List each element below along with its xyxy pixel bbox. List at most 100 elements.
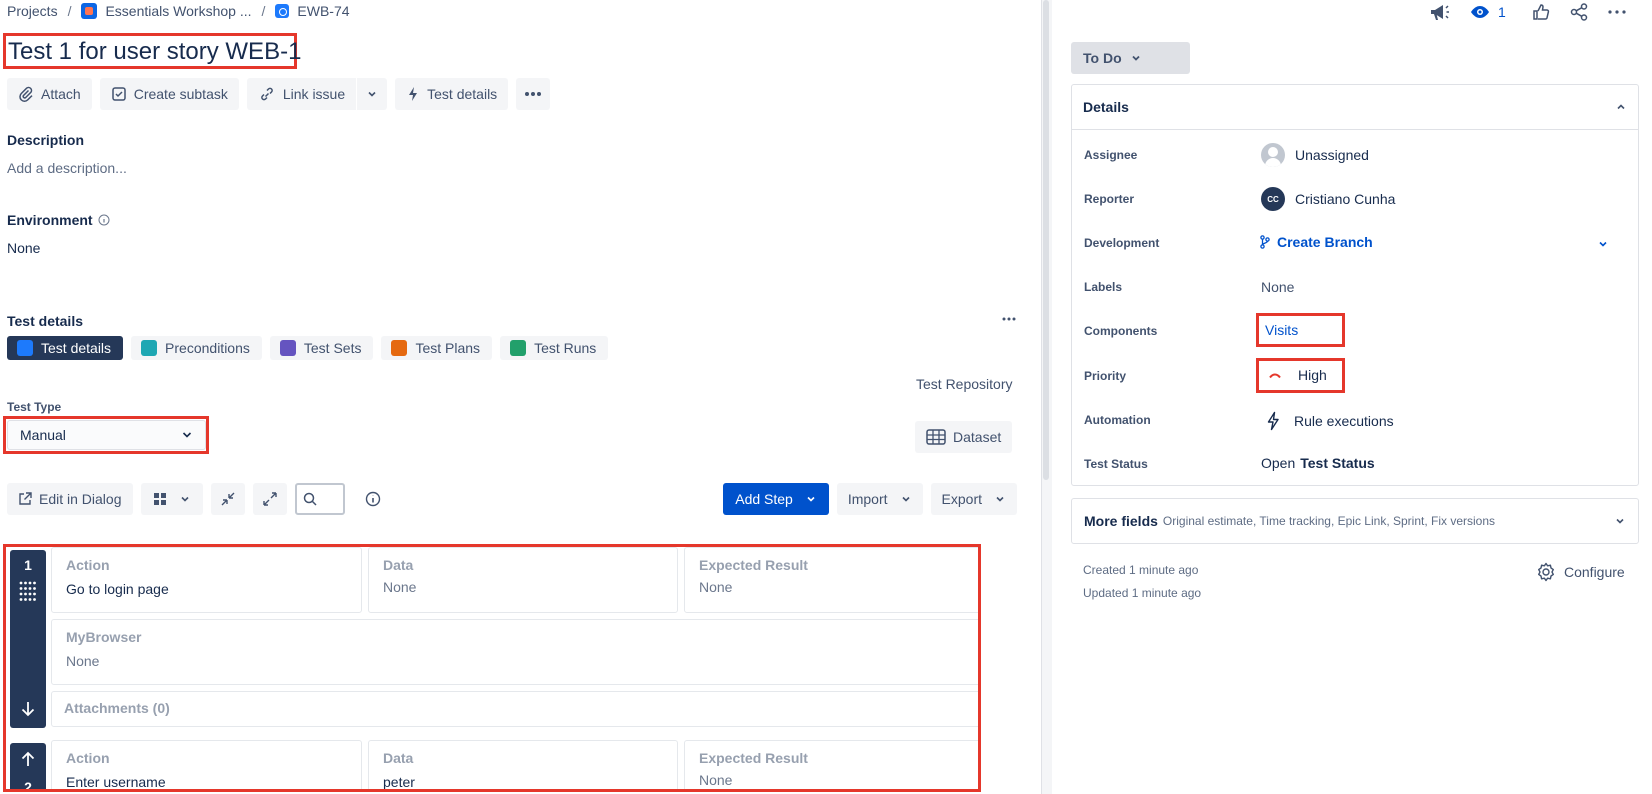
test-type-select[interactable]: Manual <box>7 420 206 450</box>
development-label: Development <box>1084 236 1160 250</box>
link-issue-button[interactable]: Link issue <box>246 78 357 110</box>
breadcrumb-issue-key[interactable]: EWB-74 <box>297 3 349 19</box>
chevron-down-icon <box>180 496 189 502</box>
test-issue-icon <box>275 4 290 18</box>
details-heading: Details <box>1083 98 1129 115</box>
status-label: To Do <box>1083 50 1122 66</box>
scrollbar-thumb[interactable] <box>1043 0 1049 480</box>
environment-label: Environment <box>7 212 93 228</box>
create-subtask-button[interactable]: Create subtask <box>99 78 239 110</box>
link-issue-dropdown[interactable] <box>357 78 388 110</box>
megaphone-icon[interactable] <box>1428 2 1450 22</box>
labels-value[interactable]: None <box>1261 279 1294 295</box>
chevron-down-icon[interactable] <box>1597 238 1609 250</box>
step-action-cell[interactable]: Action Go to login page <box>51 547 362 613</box>
dataset-button[interactable]: Dataset <box>915 421 1013 453</box>
more-icon <box>525 92 542 96</box>
chevron-down-icon <box>901 496 910 502</box>
gear-icon <box>1538 562 1554 582</box>
tab-label: Test details <box>41 340 112 356</box>
export-label: Export <box>941 491 982 507</box>
priority-field[interactable]: High <box>1268 367 1327 383</box>
drag-handle-icon[interactable] <box>19 581 37 603</box>
table-icon <box>926 429 946 445</box>
steps-toolbar: Edit in Dialog Add Step Import Export <box>7 483 1017 515</box>
test-status-field[interactable]: Open Test Status <box>1261 455 1375 471</box>
description-placeholder[interactable]: Add a description... <box>7 160 127 176</box>
test-set-icon <box>279 340 296 356</box>
move-down-icon[interactable] <box>20 700 36 718</box>
issue-header-actions: 1 <box>1428 0 1626 24</box>
test-repository-link[interactable]: Test Repository <box>916 376 1012 392</box>
move-up-icon[interactable] <box>20 750 36 768</box>
create-branch-label: Create Branch <box>1277 234 1373 250</box>
thumbs-up-icon[interactable] <box>1532 3 1550 21</box>
more-actions-button[interactable] <box>516 78 551 110</box>
action-header: Action <box>66 750 110 766</box>
automation-field[interactable]: Rule executions <box>1266 411 1394 431</box>
data-header: Data <box>383 750 414 766</box>
info-icon[interactable] <box>365 491 381 507</box>
environment-value[interactable]: None <box>7 240 40 256</box>
search-icon <box>303 492 317 506</box>
components-value[interactable]: Visits <box>1265 322 1298 338</box>
test-status-prefix: Open <box>1261 455 1296 471</box>
avatar <box>1261 143 1285 167</box>
step-handle[interactable]: 2 <box>10 743 46 789</box>
expand-button[interactable] <box>252 483 287 515</box>
import-button[interactable]: Import <box>836 483 923 515</box>
test-details-more-icon[interactable] <box>1002 317 1016 321</box>
status-button[interactable]: To Do <box>1071 42 1190 74</box>
reporter-field[interactable]: CC Cristiano Cunha <box>1261 187 1395 211</box>
action-value: Enter username <box>66 774 166 790</box>
create-branch-link[interactable]: Create Branch <box>1260 234 1373 250</box>
step-attachments-cell[interactable]: Attachments (0) <box>51 691 978 727</box>
breadcrumb-separator: / <box>67 3 72 19</box>
tab-test-details[interactable]: Test details <box>7 336 124 360</box>
more-fields-panel[interactable]: More fields Original estimate, Time trac… <box>1071 498 1639 544</box>
edit-in-dialog-button[interactable]: Edit in Dialog <box>7 483 133 515</box>
tab-label: Test Sets <box>303 340 362 356</box>
share-icon[interactable] <box>1570 3 1588 21</box>
attachments-label: Attachments (0) <box>64 700 170 716</box>
more-icon[interactable] <box>1608 10 1626 14</box>
collapse-button[interactable] <box>210 483 245 515</box>
chevron-down-icon <box>1616 518 1624 524</box>
details-header[interactable]: Details <box>1071 84 1639 130</box>
test-details-heading: Test details <box>7 313 83 329</box>
paperclip-icon <box>19 86 33 102</box>
link-icon <box>261 87 273 101</box>
step-handle[interactable]: 1 <box>10 550 46 728</box>
step-expected-cell[interactable]: Expected Result None <box>684 547 978 613</box>
configure-button[interactable]: Configure <box>1536 562 1625 582</box>
step-expected-cell[interactable]: Expected Result None <box>684 740 978 789</box>
step-data-cell[interactable]: Data None <box>368 547 678 613</box>
tab-test-sets[interactable]: Test Sets <box>269 336 374 360</box>
assignee-value: Unassigned <box>1295 147 1369 163</box>
tab-test-runs[interactable]: Test Runs <box>500 336 609 360</box>
step-data-cell[interactable]: Data peter <box>368 740 678 789</box>
breadcrumb-projects[interactable]: Projects <box>7 3 58 19</box>
info-icon[interactable] <box>98 214 110 226</box>
custom-field-value: None <box>66 653 100 669</box>
step-custom-field-cell[interactable]: MyBrowser None <box>51 619 978 685</box>
more-fields-hint: Original estimate, Time tracking, Epic L… <box>1162 514 1496 528</box>
view-toggle-button[interactable] <box>140 483 203 515</box>
breadcrumb-project[interactable]: Essentials Workshop ... <box>105 3 251 19</box>
test-status-label: Test Status <box>1084 457 1148 471</box>
steps-search[interactable] <box>294 483 345 515</box>
export-button[interactable]: Export <box>930 483 1017 515</box>
attach-button[interactable]: Attach <box>7 78 92 110</box>
tab-test-plans[interactable]: Test Plans <box>381 336 493 360</box>
test-details-button[interactable]: Test details <box>395 78 509 110</box>
watch-button[interactable]: 1 <box>1470 4 1506 20</box>
assignee-field[interactable]: Unassigned <box>1261 143 1369 167</box>
tab-preconditions[interactable]: Preconditions <box>131 336 262 360</box>
add-step-button[interactable]: Add Step <box>723 483 829 515</box>
test-type-label: Test Type <box>7 400 62 414</box>
step-action-cell[interactable]: Action Enter username <box>51 740 362 790</box>
page-title[interactable]: Test 1 for user story WEB-1 <box>8 38 301 66</box>
test-type-value: Manual <box>20 427 66 443</box>
add-step-label: Add Step <box>735 491 793 507</box>
priority-value: High <box>1298 367 1327 383</box>
